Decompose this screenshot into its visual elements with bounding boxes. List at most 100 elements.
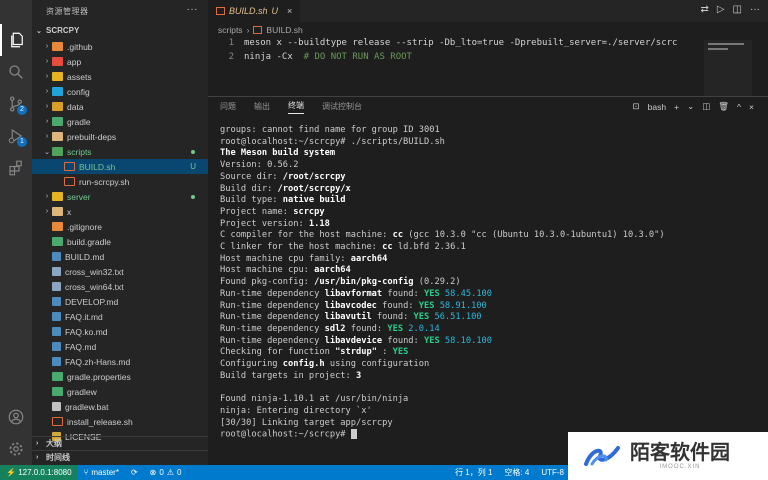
watermark-name: 陌客软件园	[630, 442, 730, 464]
file-item[interactable]: .gitignore	[32, 219, 208, 234]
trash-icon[interactable]: 🗑	[718, 101, 729, 112]
timeline-section[interactable]: › 时间线	[32, 450, 208, 464]
maximize-panel-icon[interactable]: ^	[737, 102, 741, 112]
more-actions-icon[interactable]: ···	[187, 4, 199, 15]
encoding-text: UTF-8	[541, 468, 564, 477]
source-control-icon[interactable]: 2	[0, 88, 32, 120]
close-icon[interactable]: ×	[287, 6, 292, 16]
file-item[interactable]: cross_win32.txt	[32, 264, 208, 279]
tab-terminal[interactable]: 终端	[288, 100, 304, 114]
terminal-text: found:	[382, 288, 424, 299]
item-label: BUILD.sh	[79, 161, 116, 172]
warning-icon: ⚠	[166, 468, 174, 477]
breadcrumb-file[interactable]: BUILD.sh	[266, 25, 302, 35]
project-section[interactable]: ⌄ SCRCPY	[32, 22, 208, 39]
account-icon[interactable]	[0, 401, 32, 433]
folder-item[interactable]: › config	[32, 84, 208, 99]
file-item[interactable]: FAQ.md	[32, 339, 208, 354]
markdown-file-icon	[52, 342, 61, 351]
tab-label: BUILD.sh	[229, 6, 268, 16]
add-terminal-icon[interactable]: +	[674, 102, 679, 112]
tab-status: U	[271, 6, 279, 16]
folder-item[interactable]: ⌄ scripts	[32, 144, 208, 159]
folder-item[interactable]: › gradle	[32, 114, 208, 129]
extensions-icon[interactable]	[0, 152, 32, 184]
tab-output[interactable]: 输出	[254, 101, 270, 114]
run-icon[interactable]: ▷	[717, 4, 725, 15]
terminal-text: root@localhost:~/scrcpy#	[220, 429, 351, 440]
split-editor-icon[interactable]: ◫	[733, 4, 742, 15]
item-label: cross_win32.txt	[65, 266, 124, 277]
source-control-badge: 2	[17, 105, 27, 115]
code-line[interactable]: 1 meson x --buildtype release --strip -D…	[208, 38, 768, 52]
outline-section[interactable]: › 大纲	[32, 436, 208, 450]
breadcrumb-folder[interactable]: scripts	[218, 25, 243, 35]
folder-item[interactable]: › prebuilt-deps	[32, 129, 208, 144]
file-item[interactable]: install_release.sh	[32, 414, 208, 429]
terminal-line: Run-time dependency libavutil found: YES…	[220, 312, 665, 324]
chevron-down-icon[interactable]: ⌄	[687, 101, 694, 112]
terminal-output[interactable]: groups: cannot find name for group ID 30…	[220, 125, 665, 441]
markdown-file-icon	[52, 297, 61, 306]
folder-item[interactable]: › x	[32, 204, 208, 219]
tab-debug-console[interactable]: 调试控制台	[322, 101, 362, 114]
explorer-icon[interactable]	[0, 24, 32, 56]
file-item[interactable]: BUILD.md	[32, 249, 208, 264]
terminal-text: found:	[382, 335, 424, 346]
terminal-line: Project version: 1.18	[220, 219, 665, 231]
indentation[interactable]: 空格: 4	[498, 467, 535, 478]
file-item[interactable]: cross_win64.txt	[32, 279, 208, 294]
panel-tab-bar: 问题 输出 终端 调试控制台 ⊡ bash + ⌄ ◫ 🗑 ^ ×	[208, 97, 768, 117]
folder-item[interactable]: › data	[32, 99, 208, 114]
run-debug-badge: 1	[17, 137, 27, 147]
folder-item[interactable]: › assets	[32, 69, 208, 84]
search-icon[interactable]	[0, 56, 32, 88]
breadcrumb: scripts › BUILD.sh	[208, 22, 768, 38]
terminal-line: Host machine cpu family: aarch64	[220, 254, 665, 266]
item-label: DEVELOP.md	[65, 296, 119, 307]
text-file-icon	[52, 267, 61, 276]
file-item[interactable]: gradlew.bat	[32, 399, 208, 414]
file-item[interactable]: BUILD.sh U	[32, 159, 208, 174]
run-debug-icon[interactable]: 1	[0, 120, 32, 152]
file-item[interactable]: run-scrcpy.sh	[32, 174, 208, 189]
file-item[interactable]: FAQ.zh-Hans.md	[32, 354, 208, 369]
terminal-text: /root/scrcpy/x	[277, 183, 351, 194]
error-icon: ⊗	[149, 468, 157, 477]
sync-button[interactable]: ⟳	[125, 468, 144, 477]
explorer-sidebar: 资源管理器 ··· ⌄ SCRCPY › .github › app › assets › c…	[32, 0, 208, 465]
item-label: data	[67, 101, 84, 112]
file-item[interactable]: build.gradle	[32, 234, 208, 249]
terminal-text: 58.10.100	[439, 335, 493, 346]
chevron-right-icon: ›	[36, 454, 39, 461]
problems-indicator[interactable]: ⊗ 0 ⚠ 0	[144, 468, 188, 477]
compare-changes-icon[interactable]: ⇄	[700, 4, 708, 15]
folder-item[interactable]: › app	[32, 54, 208, 69]
terminal-text: cc	[392, 230, 404, 241]
shell-name[interactable]: bash	[648, 102, 666, 112]
file-item[interactable]: DEVELOP.md	[32, 294, 208, 309]
tab-problems[interactable]: 问题	[220, 101, 236, 114]
file-item[interactable]: FAQ.ko.md	[32, 324, 208, 339]
branch-indicator[interactable]: ⑂ master*	[78, 468, 125, 477]
folder-item[interactable]: › server	[32, 189, 208, 204]
error-count: 0	[159, 468, 164, 477]
file-item[interactable]: gradlew	[32, 384, 208, 399]
file-item[interactable]: FAQ.it.md	[32, 309, 208, 324]
tab-build-sh[interactable]: BUILD.sh U ×	[208, 0, 301, 22]
folder-item[interactable]: › .github	[32, 39, 208, 54]
remote-indicator[interactable]: ⚡ 127.0.0.1:8080	[0, 465, 78, 480]
git-file-icon	[52, 222, 63, 231]
settings-gear-icon[interactable]	[0, 433, 32, 465]
terminal-line: Run-time dependency libavdevice found: Y…	[220, 336, 665, 348]
code-line[interactable]: 2 ninja -Cx # DO NOT RUN AS ROOT	[208, 52, 768, 66]
minimap[interactable]	[704, 40, 752, 96]
file-item[interactable]: gradle.properties	[32, 369, 208, 384]
split-terminal-icon[interactable]: ◫	[702, 101, 710, 112]
more-actions-icon[interactable]: ···	[750, 4, 760, 15]
cursor-position[interactable]: 行 1，列 1	[449, 467, 498, 478]
close-icon[interactable]: ×	[749, 102, 754, 112]
shell-file-icon	[253, 26, 263, 34]
panel-actions: ⊡ bash + ⌄ ◫ 🗑 ^ ×	[633, 101, 754, 112]
bottom-panel: 问题 输出 终端 调试控制台 ⊡ bash + ⌄ ◫ 🗑 ^ × groups…	[208, 96, 768, 465]
